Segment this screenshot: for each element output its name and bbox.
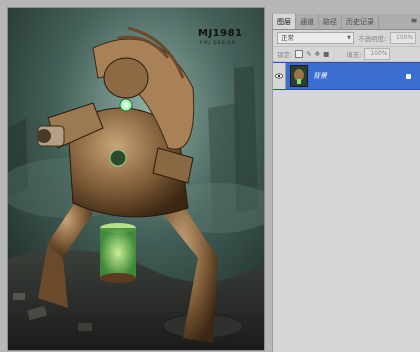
document-canvas[interactable]: MJ1981 RMJ DESIGN: [8, 8, 264, 350]
lock-row: 锁定: ✎ ✥ ■ 填充: 100%: [273, 47, 420, 62]
eye-icon[interactable]: [273, 63, 286, 89]
panel-menu-icon[interactable]: ≡: [407, 14, 420, 29]
opacity-field[interactable]: 100%: [390, 32, 417, 44]
layers-panel: 图层 通道 路径 历史记录 ≡ 正常 ▼ 不透明度: 100% 锁定: ✎ ✥ …: [272, 14, 420, 352]
chevron-down-icon: ▼: [347, 35, 351, 41]
lock-transparent-icon[interactable]: [295, 50, 304, 58]
tab-history[interactable]: 历史记录: [342, 14, 379, 29]
artwork-watermark: MJ1981: [198, 28, 243, 39]
blend-row: 正常 ▼ 不透明度: 100%: [273, 30, 420, 47]
fill-field[interactable]: 100%: [364, 48, 391, 60]
opacity-label: 不透明度:: [358, 35, 387, 43]
lock-all-icon[interactable]: ■: [323, 50, 329, 58]
artwork-image: [8, 8, 264, 350]
layer-name: 背景: [313, 72, 327, 80]
tab-layers[interactable]: 图层: [273, 14, 296, 29]
lock-move-icon[interactable]: ✥: [315, 50, 320, 58]
tab-paths[interactable]: 路径: [319, 14, 342, 29]
blend-mode-value: 正常: [281, 34, 294, 42]
tab-channels[interactable]: 通道: [296, 14, 319, 29]
blend-mode-select[interactable]: 正常 ▼: [277, 32, 354, 44]
lock-label: 锁定:: [277, 51, 293, 59]
layer-thumbnail: [290, 65, 308, 87]
lock-brush-icon[interactable]: ✎: [306, 50, 311, 58]
fill-label: 填充:: [346, 51, 362, 59]
artwork-watermark-sub: RMJ DESIGN: [200, 40, 237, 45]
panel-tabs: 图层 通道 路径 历史记录 ≡: [273, 14, 420, 30]
layer-row-background[interactable]: 背景: [273, 62, 420, 90]
lock-icon: [406, 73, 411, 79]
